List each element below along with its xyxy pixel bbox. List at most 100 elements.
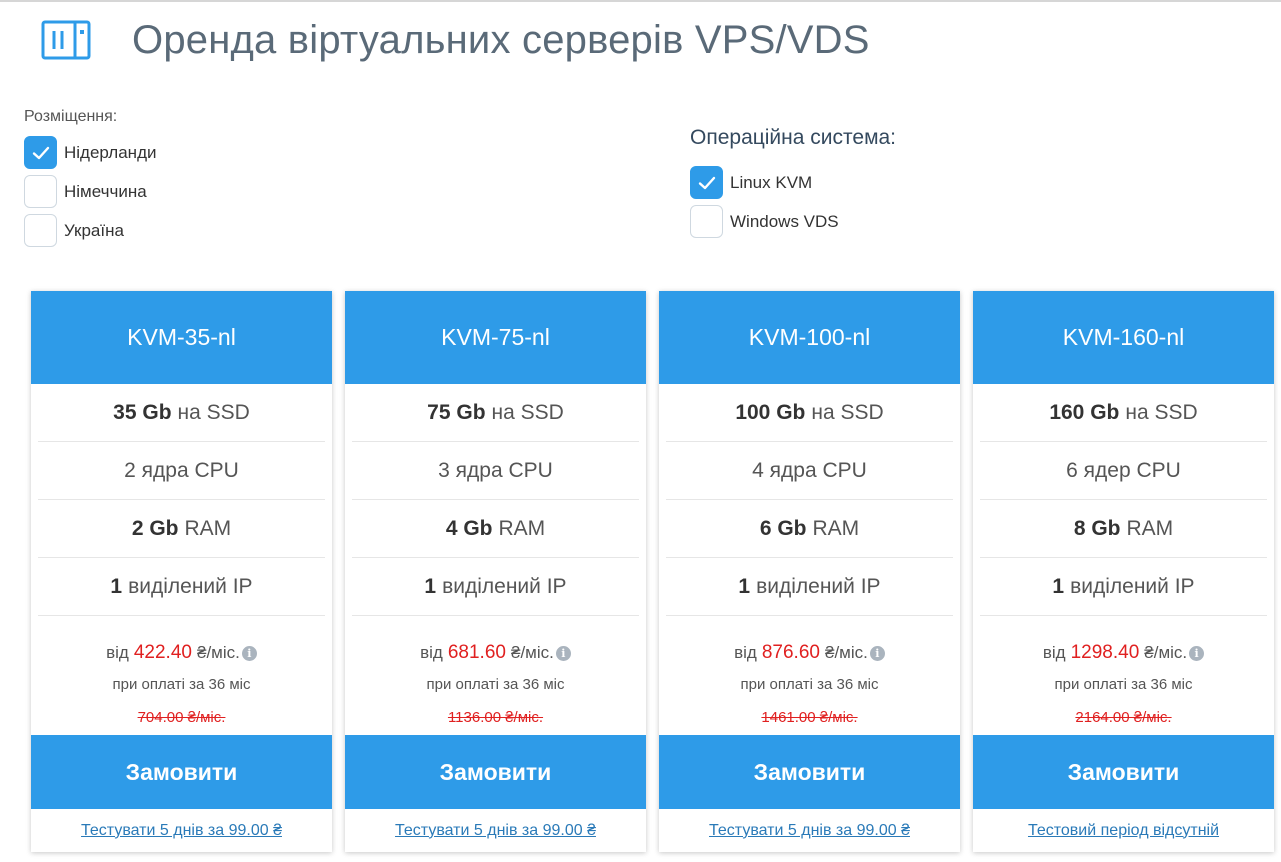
spec-unit: на SSD — [491, 400, 564, 424]
price-prefix: від — [106, 643, 129, 662]
price-unit: ₴/міс. — [196, 643, 240, 662]
price-prefix: від — [734, 643, 757, 662]
os-filter-title: Операційна система: — [690, 126, 897, 149]
checkbox-label: Windows VDS — [730, 211, 839, 231]
price-note: при оплаті за 36 міс — [426, 676, 565, 693]
spec-ram: 8 Gb RAM — [980, 500, 1267, 558]
checkbox-label: Німеччина — [64, 181, 147, 201]
checkbox[interactable] — [24, 136, 57, 169]
checkbox[interactable] — [24, 214, 57, 247]
checkbox[interactable] — [690, 166, 723, 199]
spec-unit: на SSD — [1125, 400, 1198, 424]
spec-text: 2 ядра CPU — [124, 458, 239, 482]
info-icon[interactable]: i — [1189, 645, 1205, 661]
spec-unit: виділений IP — [756, 574, 881, 598]
os-filter: Операційна система: Linux KVM Windows VD… — [690, 126, 896, 244]
spec-value: 100 Gb — [735, 400, 806, 424]
spec-ip: 1 виділений IP — [38, 558, 325, 616]
price-block: від 422.40 ₴/міс. i при оплаті за 36 міс… — [31, 616, 332, 726]
info-icon[interactable]: i — [869, 645, 885, 661]
spec-cpu: 6 ядер CPU — [980, 442, 1267, 500]
check-icon — [32, 146, 49, 159]
price-line: від 681.60 ₴/міс. i — [345, 642, 646, 664]
plan-card: KVM-160-nl 160 Gb на SSD 6 ядер CPU 8 Gb R… — [973, 291, 1274, 852]
page-header: Оренда віртуальних серверів VPS/VDS — [40, 12, 870, 68]
spec-unit: RAM — [812, 516, 860, 540]
order-button[interactable]: Замовити — [345, 735, 646, 809]
spec-ip: 1 виділений IP — [352, 558, 639, 616]
spec-value: 2 Gb — [131, 516, 179, 540]
checkbox[interactable] — [24, 175, 57, 208]
spec-ssd: 75 Gb на SSD — [352, 384, 639, 442]
order-button[interactable]: Замовити — [973, 735, 1274, 809]
price-note: при оплаті за 36 міс — [112, 676, 251, 693]
spec-text: 4 ядра CPU — [752, 458, 867, 482]
spec-value: 75 Gb — [427, 400, 486, 424]
spec-unit: RAM — [498, 516, 546, 540]
spec-text: 6 ядер CPU — [1066, 458, 1181, 482]
price-line: від 876.60 ₴/міс. i — [659, 642, 960, 664]
spec-cpu: 4 ядра CPU — [666, 442, 953, 500]
spec-unit: виділений IP — [128, 574, 253, 598]
spec-ssd: 100 Gb на SSD — [666, 384, 953, 442]
test-period-link[interactable]: Тестувати 5 днів за 99.00 ₴ — [345, 809, 646, 852]
spec-ram: 4 Gb RAM — [352, 500, 639, 558]
location-option-netherlands[interactable]: Нідерланди — [24, 136, 156, 169]
spec-value: 6 Gb — [759, 516, 807, 540]
old-price: 2164.00 ₴/міс. — [1075, 709, 1172, 726]
spec-value: 1 — [738, 574, 751, 598]
spec-cpu: 3 ядра CPU — [352, 442, 639, 500]
os-option-windows-vds[interactable]: Windows VDS — [690, 205, 896, 238]
old-price: 1461.00 ₴/міс. — [761, 709, 858, 726]
checkbox-label: Нідерланди — [64, 142, 157, 162]
spec-unit: виділений IP — [1070, 574, 1195, 598]
price-unit: ₴/міс. — [510, 643, 554, 662]
plan-name: KVM-100-nl — [659, 291, 960, 384]
price-unit: ₴/міс. — [824, 643, 868, 662]
order-button[interactable]: Замовити — [659, 735, 960, 809]
spec-ip: 1 виділений IP — [980, 558, 1267, 616]
price-block: від 1298.40 ₴/міс. i при оплаті за 36 мі… — [973, 616, 1274, 726]
spec-text: 3 ядра CPU — [438, 458, 553, 482]
price-value: 422.40 — [133, 642, 192, 663]
old-price: 704.00 ₴/міс. — [137, 709, 226, 726]
spec-value: 160 Gb — [1049, 400, 1120, 424]
test-period-link[interactable]: Тестовий період відсутній — [973, 809, 1274, 852]
price-note: при оплаті за 36 міс — [1054, 676, 1193, 693]
spec-unit: на SSD — [811, 400, 884, 424]
plan-card: KVM-100-nl 100 Gb на SSD 4 ядра CPU 6 Gb R… — [659, 291, 960, 852]
checkbox-label: Україна — [64, 220, 124, 240]
price-line: від 1298.40 ₴/міс. i — [973, 642, 1274, 664]
plan-name: KVM-160-nl — [973, 291, 1274, 384]
info-icon[interactable]: i — [555, 645, 571, 661]
price-block: від 681.60 ₴/міс. i при оплаті за 36 міс… — [345, 616, 646, 726]
spec-ram: 6 Gb RAM — [666, 500, 953, 558]
plan-name: KVM-35-nl — [31, 291, 332, 384]
spec-value: 35 Gb — [113, 400, 172, 424]
price-unit: ₴/міс. — [1144, 643, 1188, 662]
server-icon — [40, 18, 92, 62]
plans-list: KVM-35-nl 35 Gb на SSD 2 ядра CPU 2 Gb RAM… — [31, 291, 1274, 852]
os-option-linux-kvm[interactable]: Linux KVM — [690, 166, 896, 199]
spec-unit: RAM — [1126, 516, 1174, 540]
test-period-link[interactable]: Тестувати 5 днів за 99.00 ₴ — [31, 809, 332, 852]
order-button[interactable]: Замовити — [31, 735, 332, 809]
price-value: 1298.40 — [1070, 642, 1140, 663]
test-period-link[interactable]: Тестувати 5 днів за 99.00 ₴ — [659, 809, 960, 852]
spec-value: 1 — [110, 574, 123, 598]
spec-value: 4 Gb — [445, 516, 493, 540]
check-icon — [698, 176, 715, 189]
spec-value: 1 — [424, 574, 437, 598]
spec-unit: на SSD — [177, 400, 250, 424]
location-option-germany[interactable]: Німеччина — [24, 175, 156, 208]
info-icon[interactable]: i — [241, 645, 257, 661]
checkbox[interactable] — [690, 205, 723, 238]
price-block: від 876.60 ₴/міс. i при оплаті за 36 міс… — [659, 616, 960, 726]
price-line: від 422.40 ₴/міс. i — [31, 642, 332, 664]
top-divider — [0, 0, 1281, 2]
spec-ram: 2 Gb RAM — [38, 500, 325, 558]
old-price: 1136.00 ₴/міс. — [447, 709, 544, 726]
location-option-ukraine[interactable]: Україна — [24, 214, 156, 247]
price-note: при оплаті за 36 міс — [740, 676, 879, 693]
price-prefix: від — [1042, 643, 1066, 662]
